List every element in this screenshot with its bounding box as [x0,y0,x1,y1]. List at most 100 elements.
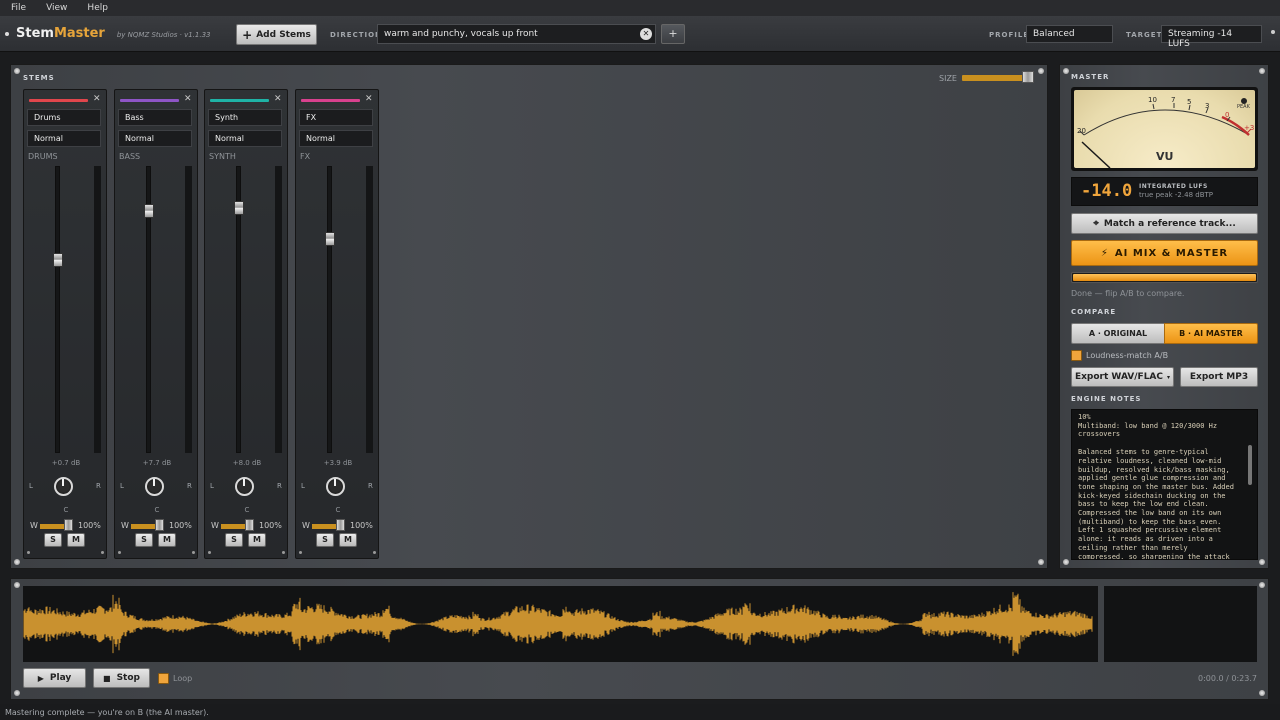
profile-select[interactable]: Balanced [1026,25,1113,43]
stem-name-field[interactable]: Drums [27,109,101,126]
remove-stem-icon[interactable]: ✕ [93,94,101,104]
peak-label: PEAK [1237,104,1250,110]
pan-left-label: L [120,482,124,490]
width-slider-thumb[interactable] [155,519,164,531]
pan-value: C [154,506,160,514]
width-slider-thumb[interactable] [64,519,73,531]
remove-stem-icon[interactable]: ✕ [184,94,192,104]
size-slider-thumb[interactable] [1022,71,1034,83]
progress-bar [1071,272,1258,283]
stem-name-field[interactable]: Bass [118,109,192,126]
ai-mix-master-button[interactable]: ⚡ AI MIX & MASTER [1071,240,1258,266]
width-label: W [30,521,38,530]
target-select[interactable]: Streaming -14 LUFS [1161,25,1262,49]
screw-icon [1063,559,1069,565]
fader-track[interactable] [55,166,60,453]
brand-name-b: Master [53,26,105,41]
lufs-value: -14.0 [1081,181,1133,201]
menu-help[interactable]: Help [76,3,117,13]
vu-needle [1081,141,1111,168]
brand-name-a: Stem [16,26,54,41]
strip-screw-icon [101,551,104,554]
stop-label: Stop [116,673,140,683]
fader-thumb[interactable] [234,201,244,215]
fader-thumb[interactable] [53,253,63,267]
pan-right-label: R [277,482,282,490]
width-slider-thumb[interactable] [336,519,345,531]
vu-tick: +3 [1244,124,1254,132]
time-readout: 0:00.0 / 0:23.7 [1198,674,1257,683]
blend-mode-select[interactable]: Normal [299,130,373,147]
mute-button[interactable]: M [248,533,266,547]
loop-checkbox[interactable] [158,673,169,684]
stop-button[interactable]: ■ Stop [93,668,150,688]
add-stems-label: Add Stems [256,29,311,40]
screw-icon [14,690,20,696]
gain-readout: +8.0 dB [232,459,262,467]
target-label: TARGET [1126,31,1163,39]
stem-name-field[interactable]: Synth [208,109,282,126]
menu-file[interactable]: File [0,3,35,13]
stem-color-bar [120,99,179,102]
fader-track[interactable] [327,166,332,453]
pan-value: C [63,506,69,514]
engine-notes[interactable]: 10% Multiband: low band @ 120/3000 Hz cr… [1071,409,1258,560]
compare-b-button[interactable]: B · AI MASTER [1164,323,1258,344]
screw-icon [1259,68,1265,74]
solo-button[interactable]: S [135,533,153,547]
play-button[interactable]: ▶ Play [23,668,86,688]
menu-view[interactable]: View [35,3,76,13]
pan-value: C [244,506,250,514]
direction-label: DIRECTION [330,31,382,39]
stem-label: FX [300,152,311,161]
mute-button[interactable]: M [67,533,85,547]
target-icon: ⌖ [1093,218,1099,229]
fader-thumb[interactable] [325,232,335,246]
pan-left-label: L [301,482,305,490]
strip-screw-icon [299,551,302,554]
remove-stem-icon[interactable]: ✕ [365,94,373,104]
pan-knob[interactable] [145,477,164,496]
toolbar-screw-icon [1271,30,1275,34]
brand-byline: by NQMZ Studios · v1.1.33 [116,31,211,39]
blend-mode-select[interactable]: Normal [208,130,282,147]
fader-thumb[interactable] [144,204,154,218]
pan-knob[interactable] [54,477,73,496]
solo-button[interactable]: S [316,533,334,547]
menu-bar: File View Help [0,0,1280,16]
engine-notes-title: ENGINE NOTES [1071,395,1142,403]
direction-input[interactable]: warm and punchy, vocals up front [377,24,656,44]
compare-title: COMPARE [1071,308,1117,316]
waveform-display[interactable] [23,586,1098,662]
add-direction-button[interactable]: + [661,24,685,44]
mute-button[interactable]: M [158,533,176,547]
blend-mode-select[interactable]: Normal [27,130,101,147]
notes-scrollbar[interactable] [1248,445,1252,485]
remove-stem-icon[interactable]: ✕ [274,94,282,104]
blend-mode-select[interactable]: Normal [118,130,192,147]
solo-button[interactable]: S [225,533,243,547]
stem-name-field[interactable]: FX [299,109,373,126]
mute-button[interactable]: M [339,533,357,547]
loudness-match-checkbox[interactable] [1071,350,1082,361]
screw-icon [1259,559,1265,565]
compare-a-button[interactable]: A · ORIGINAL [1071,323,1165,344]
clear-direction-icon[interactable]: ✕ [640,28,652,40]
pan-knob[interactable] [235,477,254,496]
match-reference-button[interactable]: ⌖ Match a reference track... [1071,213,1258,234]
pan-right-label: R [368,482,373,490]
strip-screw-icon [373,551,376,554]
engine-notes-text: 10% Multiband: low band @ 120/3000 Hz cr… [1078,413,1218,439]
export-mp3-button[interactable]: Export MP3 [1180,367,1258,387]
ai-mix-master-label: AI MIX & MASTER [1114,247,1229,259]
width-slider-thumb[interactable] [245,519,254,531]
vu-tick: 7 [1171,96,1175,104]
level-meter [366,166,373,453]
add-stems-button[interactable]: + Add Stems [236,24,317,45]
true-peak-readout: true peak -2.48 dBTP [1139,191,1213,199]
width-label: W [121,521,129,530]
export-wav-button[interactable]: Export WAV/FLAC ▾ [1071,367,1174,387]
match-reference-label: Match a reference track... [1103,218,1236,229]
solo-button[interactable]: S [44,533,62,547]
pan-knob[interactable] [326,477,345,496]
